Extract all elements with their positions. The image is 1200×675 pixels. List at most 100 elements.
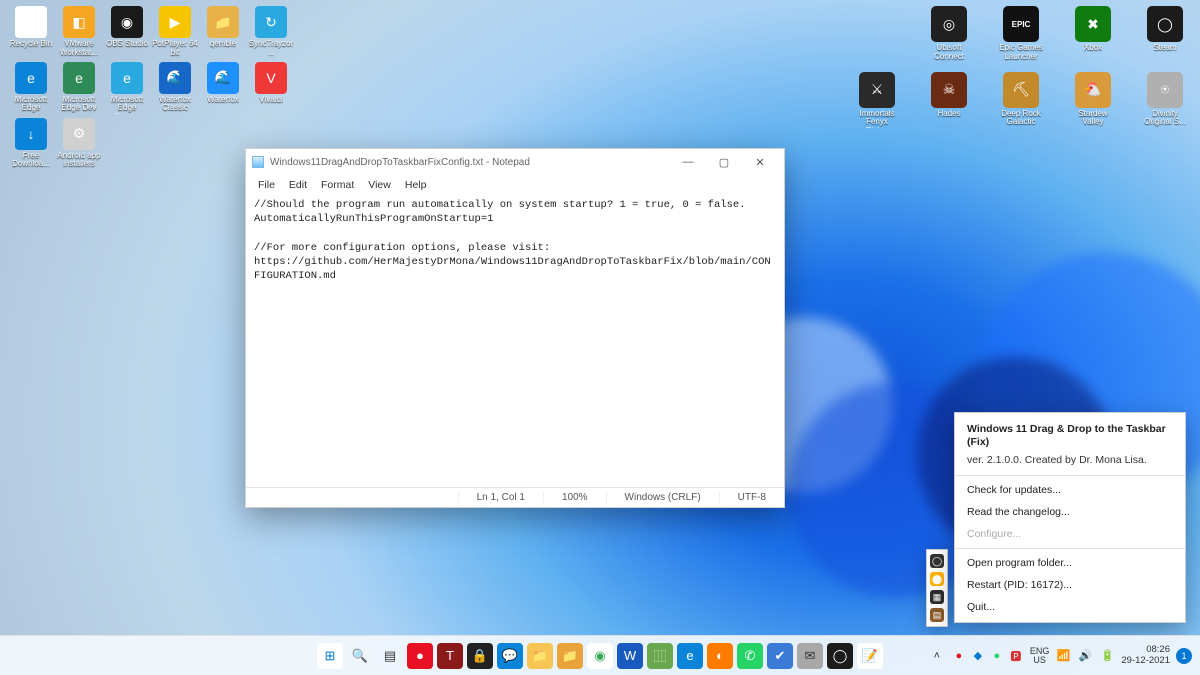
desktop-icon[interactable]: ✖Xbox: [1066, 6, 1120, 62]
taskbar-app-lock[interactable]: 🔒: [467, 643, 493, 669]
taskbar-app-darkred[interactable]: T: [437, 643, 463, 669]
app-icon: ☠: [931, 72, 967, 108]
taskbar-app-red[interactable]: ●: [407, 643, 433, 669]
battery-icon[interactable]: 🔋: [1099, 648, 1115, 664]
desktop-icon[interactable]: VVivaldi: [248, 62, 294, 114]
taskbar-start[interactable]: ⊞: [317, 643, 343, 669]
taskbar-app-chat[interactable]: 💬: [497, 643, 523, 669]
tray-overflow[interactable]: ◯ ⬤ ▦ ▤: [926, 549, 948, 627]
app-icon: V: [255, 62, 287, 94]
desktop-icon[interactable]: ☠ Hades: [922, 72, 976, 128]
desktop-icon[interactable]: 🐔Stardew Valley: [1066, 72, 1120, 128]
taskbar-app-chrome[interactable]: ◉: [587, 643, 613, 669]
menu-edit[interactable]: Edit: [283, 177, 313, 193]
app-icon: EPIC: [1003, 6, 1039, 42]
desktop[interactable]: 🗑Recycle Bin◧VMware Workstat...◉OBS Stud…: [0, 0, 1200, 675]
clock[interactable]: 08:26 29-12-2021: [1121, 645, 1170, 666]
taskbar-app-todo[interactable]: ✔: [767, 643, 793, 669]
tray-icon[interactable]: 🅿: [1008, 648, 1024, 664]
desktop-icon[interactable]: ⚙Android app installers: [56, 118, 102, 170]
icon-label: Microsoft Edge Dev: [56, 96, 102, 114]
taskbar-search[interactable]: 🔍: [347, 643, 373, 669]
volume-icon[interactable]: 🔊: [1077, 648, 1093, 664]
tray-overflow-icon[interactable]: ◯: [930, 554, 944, 568]
desktop-icon[interactable]: 📁qemble: [200, 6, 246, 58]
icon-label: Epic Games Launcher: [998, 44, 1044, 62]
notepad-window[interactable]: Windows11DragAndDropToTaskbarFixConfig.t…: [245, 148, 785, 508]
taskbar-app-feed[interactable]: ⿲: [647, 643, 673, 669]
desktop-icon[interactable]: 🌊Waterfox: [200, 62, 246, 114]
wifi-icon[interactable]: 📶: [1055, 648, 1071, 664]
status-zoom: 100%: [543, 492, 606, 503]
minimize-button[interactable]: ―: [670, 149, 706, 175]
desktop-icon[interactable]: ⍟Divinity Original S...: [1138, 72, 1192, 128]
taskbar-app-mail[interactable]: ✉: [797, 643, 823, 669]
text-editor[interactable]: //Should the program run automatically o…: [246, 195, 784, 487]
taskbar: ⊞🔍▤●T🔒💬📁📁◉W⿲e◐✆✔✉◯📝 ˄ ●◆●🅿 ENG US 📶 🔊 🔋 …: [0, 635, 1200, 675]
desktop-icon[interactable]: ↻ SyncTrayzor...: [248, 6, 294, 58]
desktop-icon[interactable]: eMicrosoft Edge Canary: [104, 62, 150, 114]
taskbar-app-word[interactable]: W: [617, 643, 643, 669]
taskbar-notepad[interactable]: 📝: [857, 643, 883, 669]
desktop-icon[interactable]: ◧VMware Workstat...: [56, 6, 102, 58]
app-icon: ⛏: [1003, 72, 1039, 108]
icon-label: Hades: [937, 110, 960, 119]
taskbar-right: ˄ ●◆●🅿 ENG US 📶 🔊 🔋 08:26 29-12-2021 1: [929, 645, 1192, 666]
tray-icon[interactable]: ●: [989, 648, 1005, 664]
app-icon: ✖: [1075, 6, 1111, 42]
desktop-icon[interactable]: 🗑Recycle Bin: [8, 6, 54, 58]
desktop-icon[interactable]: ↓Free Downloa...: [8, 118, 54, 170]
taskbar-taskview[interactable]: ▤: [377, 643, 403, 669]
taskbar-app-steam[interactable]: ◯: [827, 643, 853, 669]
menu-format[interactable]: Format: [315, 177, 360, 193]
taskbar-app-whatsapp[interactable]: ✆: [737, 643, 763, 669]
tray-context-menu: Windows 11 Drag & Drop to the Taskbar (F…: [954, 412, 1186, 623]
desktop-icon[interactable]: ▶PotPlayer 64 bit: [152, 6, 198, 58]
tray-chevron-icon[interactable]: ˄: [929, 648, 945, 664]
icon-label: Free Downloa...: [8, 152, 54, 170]
maximize-button[interactable]: ▢: [706, 149, 742, 175]
app-icon: ⚔: [859, 72, 895, 108]
icon-label: OBS Studio: [106, 40, 148, 49]
language-switch[interactable]: ENG US: [1030, 647, 1050, 665]
notification-badge[interactable]: 1: [1176, 648, 1192, 664]
ctx-item[interactable]: Restart (PID: 16172)...: [955, 574, 1185, 596]
icon-label: Android app installers: [56, 152, 102, 170]
desktop-icon[interactable]: eMicrosoft Edge: [8, 62, 54, 114]
desktop-icon[interactable]: e Microsoft Edge Dev: [56, 62, 102, 114]
ctx-item: Configure...: [955, 523, 1185, 545]
desktop-icon[interactable]: ⛏Deep Rock Galactic: [994, 72, 1048, 128]
desktop-icon[interactable]: ◉OBS Studio: [104, 6, 150, 58]
status-eol: Windows (CRLF): [606, 492, 719, 503]
menu-help[interactable]: Help: [399, 177, 433, 193]
titlebar[interactable]: Windows11DragAndDropToTaskbarFixConfig.t…: [246, 149, 784, 175]
taskbar-app-edge[interactable]: e: [677, 643, 703, 669]
taskbar-app-folder2[interactable]: 📁: [557, 643, 583, 669]
tray-icon[interactable]: ◆: [970, 648, 986, 664]
ctx-item[interactable]: Check for updates...: [955, 479, 1185, 501]
taskbar-app-firefox[interactable]: ◐: [707, 643, 733, 669]
desktop-icon[interactable]: ◯Steam: [1138, 6, 1192, 62]
taskbar-explorer[interactable]: 📁: [527, 643, 553, 669]
desktop-icon[interactable]: EPIC Epic Games Launcher: [994, 6, 1048, 62]
ctx-items: Check for updates...Read the changelog..…: [955, 479, 1185, 618]
desktop-icon[interactable]: 🌊Waterfox Classic: [152, 62, 198, 114]
app-icon: ▶: [159, 6, 191, 38]
desktop-icon[interactable]: ◎Ubisoft Connect: [922, 6, 976, 62]
taskbar-center: ⊞🔍▤●T🔒💬📁📁◉W⿲e◐✆✔✉◯📝: [317, 643, 883, 669]
tray-overflow-icon[interactable]: ▦: [930, 590, 944, 604]
tray-icon[interactable]: ●: [951, 648, 967, 664]
window-title: Windows11DragAndDropToTaskbarFixConfig.t…: [270, 157, 664, 168]
menu-file[interactable]: File: [252, 177, 281, 193]
ctx-item[interactable]: Read the changelog...: [955, 501, 1185, 523]
tray-overflow-icon[interactable]: ▤: [930, 608, 944, 622]
ctx-item[interactable]: Quit...: [955, 596, 1185, 618]
menu-view[interactable]: View: [362, 177, 397, 193]
app-icon: ↻: [255, 6, 287, 38]
desktop-icon[interactable]: ⚔Immortals Fenyx Rising: [850, 72, 904, 128]
close-button[interactable]: ✕: [742, 149, 778, 175]
icon-label: SyncTrayzor...: [248, 40, 294, 58]
tray-overflow-icon[interactable]: ⬤: [930, 572, 944, 586]
app-icon: e: [63, 62, 95, 94]
ctx-item[interactable]: Open program folder...: [955, 552, 1185, 574]
